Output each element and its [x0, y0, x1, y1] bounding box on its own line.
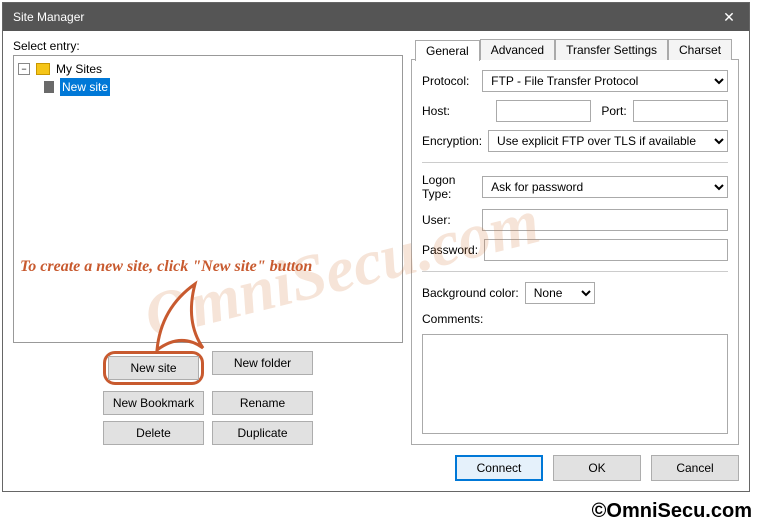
new-folder-button[interactable]: New folder	[212, 351, 313, 375]
tab-general[interactable]: General	[415, 40, 480, 61]
tab-transfer[interactable]: Transfer Settings	[555, 39, 668, 60]
cancel-button[interactable]: Cancel	[651, 455, 739, 481]
tree-root-label[interactable]: My Sites	[56, 60, 102, 78]
select-entry-label: Select entry:	[13, 39, 403, 53]
user-label: User:	[422, 213, 476, 227]
tab-charset[interactable]: Charset	[668, 39, 732, 60]
protocol-label: Protocol:	[422, 74, 476, 88]
new-site-highlight: New site	[103, 351, 204, 385]
bgcolor-label: Background color:	[422, 286, 519, 300]
close-icon[interactable]: ✕	[709, 3, 749, 31]
site-tree[interactable]: − My Sites New site	[13, 55, 403, 343]
window-title: Site Manager	[13, 10, 84, 24]
tree-item-newsite[interactable]: New site	[60, 78, 110, 96]
dialog-footer: Connect OK Cancel	[13, 445, 739, 481]
title-bar: Site Manager ✕	[3, 3, 749, 31]
logon-select[interactable]: Ask for password	[482, 176, 728, 198]
new-site-button[interactable]: New site	[108, 356, 199, 380]
host-input[interactable]	[496, 100, 591, 122]
port-input[interactable]	[633, 100, 728, 122]
protocol-select[interactable]: FTP - File Transfer Protocol	[482, 70, 728, 92]
delete-button[interactable]: Delete	[103, 421, 204, 445]
connect-button[interactable]: Connect	[455, 455, 543, 481]
logon-label: Logon Type:	[422, 173, 476, 201]
bgcolor-select[interactable]: None	[525, 282, 595, 304]
site-icon	[44, 81, 54, 93]
copyright-text: ©OmniSecu.com	[592, 500, 752, 523]
new-bookmark-button[interactable]: New Bookmark	[103, 391, 204, 415]
host-label: Host:	[422, 104, 490, 118]
rename-button[interactable]: Rename	[212, 391, 313, 415]
expander-icon[interactable]: −	[18, 63, 30, 75]
user-input[interactable]	[482, 209, 728, 231]
encryption-label: Encryption:	[422, 134, 482, 148]
tab-advanced[interactable]: Advanced	[480, 39, 555, 60]
comments-textarea[interactable]	[422, 334, 728, 434]
separator	[422, 271, 728, 272]
tab-panel-general: Protocol: FTP - File Transfer Protocol H…	[411, 59, 739, 445]
encryption-select[interactable]: Use explicit FTP over TLS if available	[488, 130, 728, 152]
password-label: Password:	[422, 243, 478, 257]
ok-button[interactable]: OK	[553, 455, 641, 481]
password-input[interactable]	[484, 239, 728, 261]
comments-label: Comments:	[422, 312, 728, 326]
site-manager-window: Site Manager ✕ Select entry: − My Sites …	[2, 2, 750, 492]
separator	[422, 162, 728, 163]
duplicate-button[interactable]: Duplicate	[212, 421, 313, 445]
port-label: Port:	[601, 104, 626, 118]
folder-icon	[36, 63, 50, 75]
tabs: General Advanced Transfer Settings Chars…	[415, 39, 739, 60]
